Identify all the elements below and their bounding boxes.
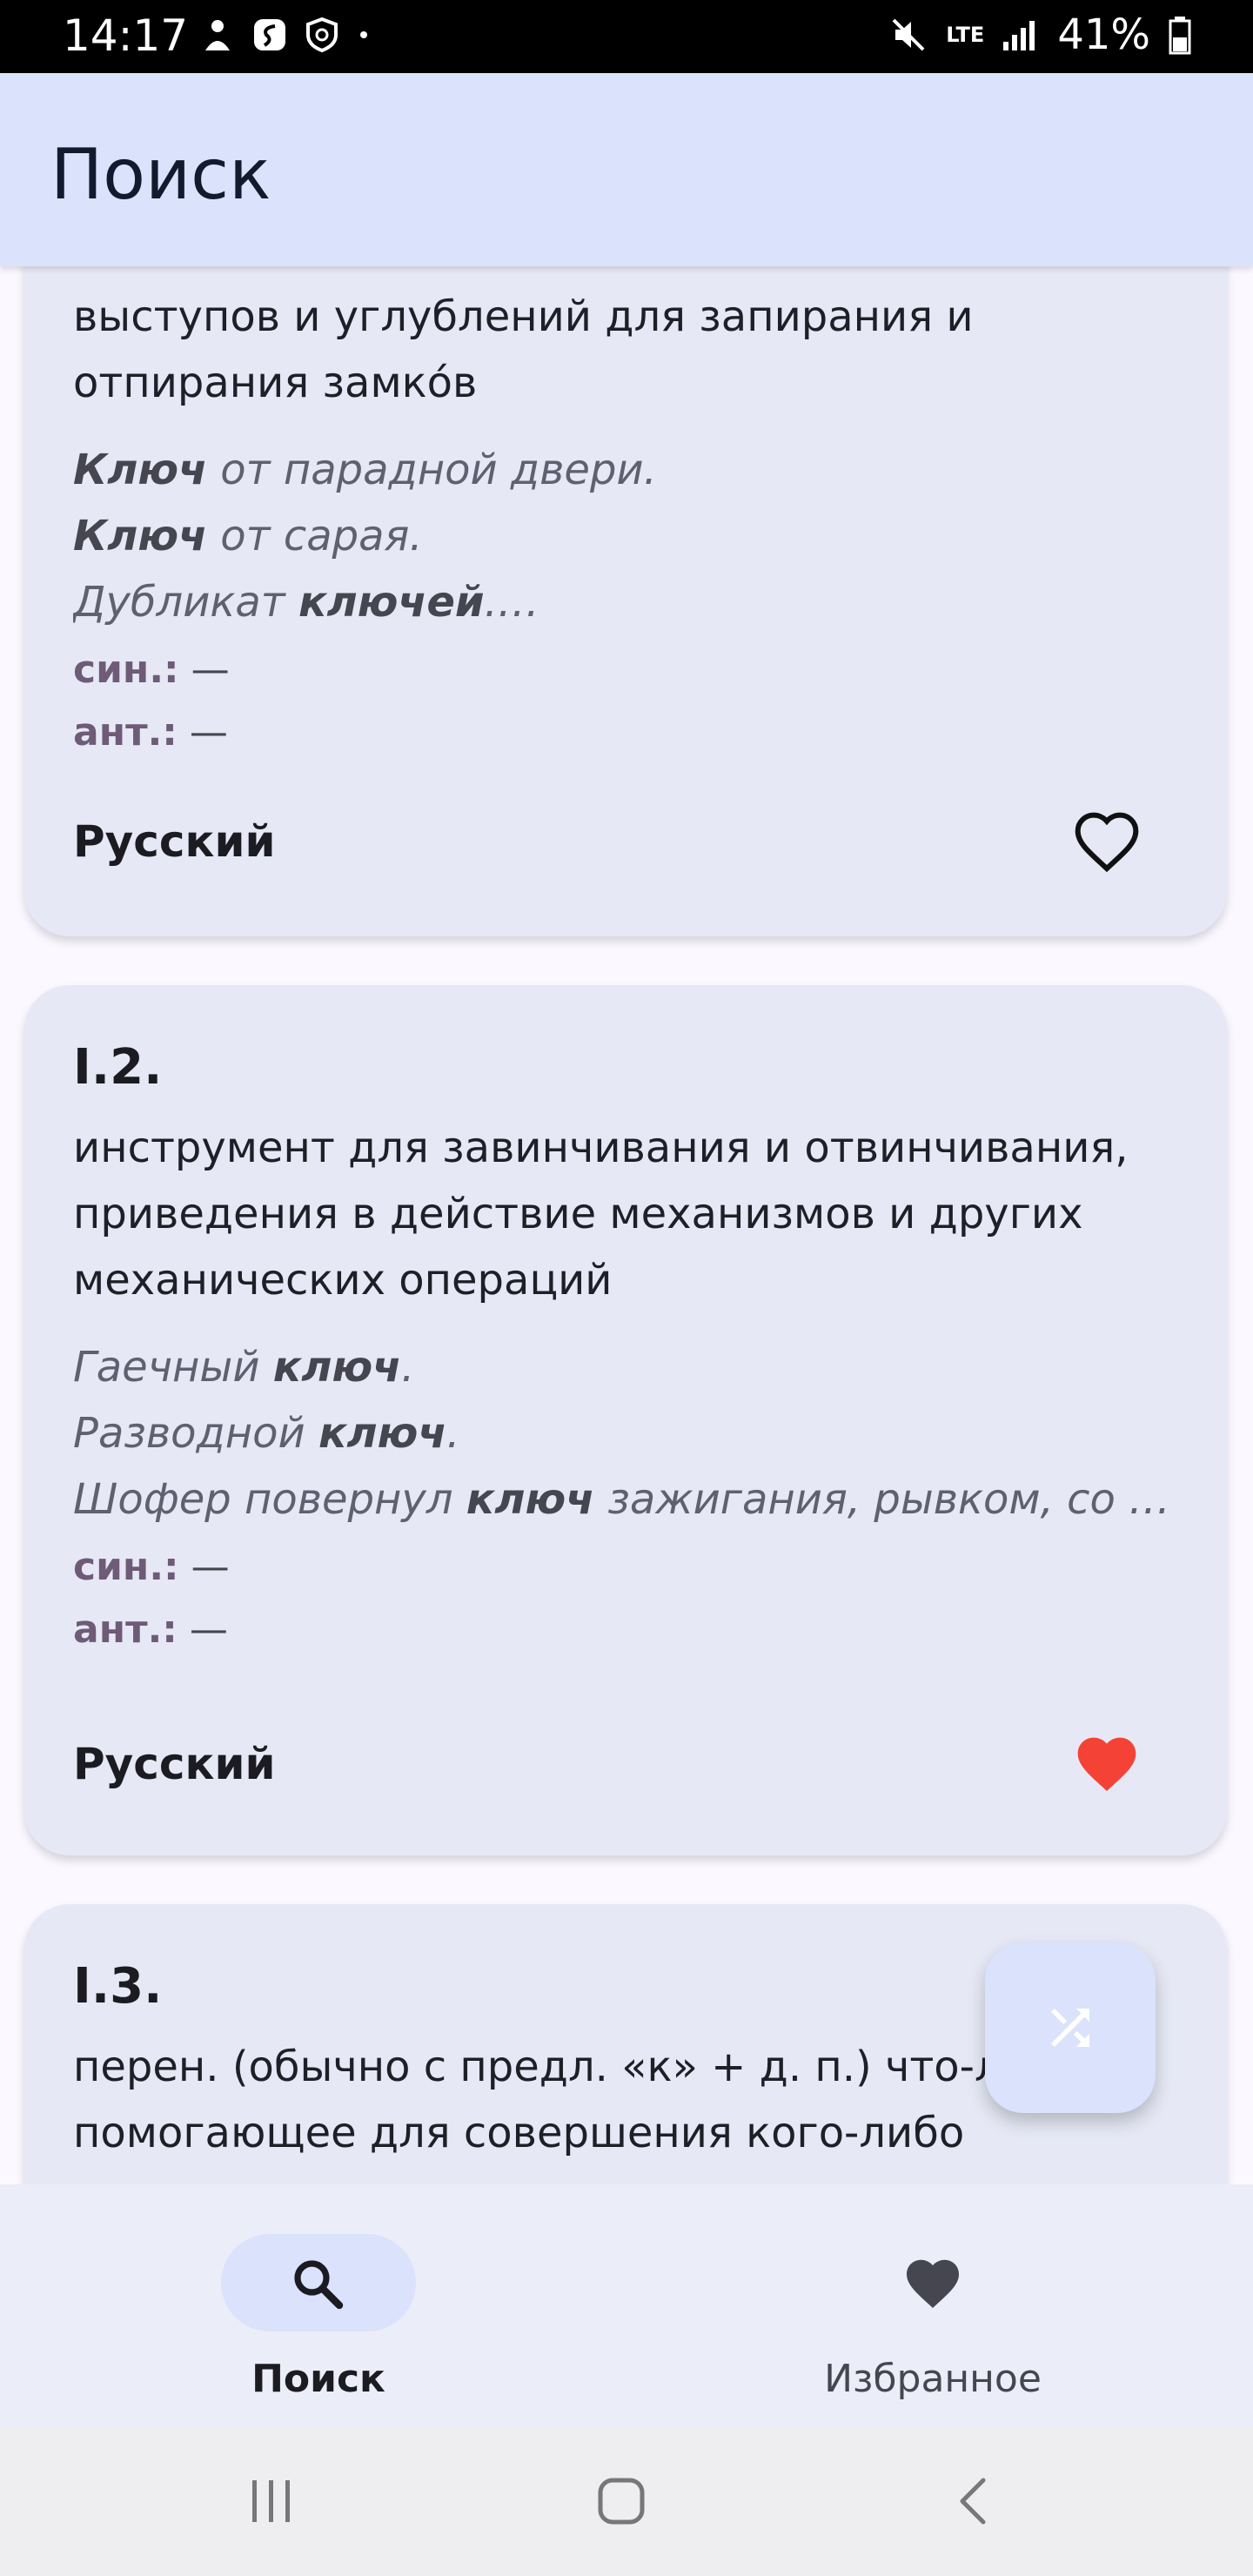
definition-text: выступов и углублений для запирания и от… — [73, 292, 974, 407]
favorite-heart-icon[interactable] — [1072, 808, 1142, 877]
examples-block: Ключ от парадной двери. Ключ от сарая. Д… — [73, 437, 1178, 635]
page-title: Поиск — [50, 134, 271, 215]
example-line: Гаечный ключ. — [73, 1343, 415, 1392]
status-bar: 14:17 LTE 41% — [0, 0, 1253, 73]
example-line: Ключ от сарая. — [73, 512, 423, 560]
definition-text: инструмент для завинчивания и отвинчиван… — [73, 1124, 1129, 1305]
example-line: Шофер повернул ключ зажигания, рывком, с… — [73, 1475, 1178, 1524]
recent-apps-icon[interactable] — [245, 2475, 298, 2527]
synonyms-row: син.: — — [73, 647, 230, 692]
battery-icon — [1169, 17, 1191, 55]
battery-level: 41% — [1057, 10, 1150, 59]
example-line: Разводной ключ. — [73, 1409, 460, 1458]
synonyms-row: син.: — — [73, 1545, 230, 1589]
mute-icon — [892, 18, 925, 51]
definition-card[interactable]: I.2. инструмент для завинчивания и отвин… — [24, 985, 1227, 1855]
examples-block: Гаечный ключ. Разводной ключ. Шофер пове… — [73, 1334, 1178, 1533]
system-navigation-bar — [0, 2428, 1253, 2576]
language-label: Русский — [73, 1739, 276, 1789]
status-time: 14:17 — [63, 10, 189, 61]
status-right-icons: LTE 41% — [888, 10, 1192, 59]
shield-icon — [306, 17, 338, 53]
status-notification-icons — [198, 16, 372, 54]
definition-card[interactable]: выступов и углублений для запирания и от… — [24, 266, 1227, 936]
example-line: Ключ от парадной двери. — [73, 446, 657, 494]
shazam-icon — [254, 19, 285, 50]
nav-item-search[interactable]: Поиск — [144, 2184, 492, 2428]
home-icon[interactable] — [595, 2475, 647, 2527]
language-label: Русский — [73, 816, 276, 867]
notification-app-icon — [205, 20, 230, 50]
search-icon — [294, 2260, 344, 2310]
shuffle-button[interactable] — [985, 1942, 1156, 2113]
back-icon[interactable] — [948, 2475, 1001, 2527]
nav-label: Поиск — [251, 2357, 385, 2401]
example-line: Дубликат ключей.… — [73, 578, 539, 627]
dot-icon — [360, 31, 367, 38]
nav-label: Избранное — [824, 2357, 1042, 2401]
bottom-navigation: Поиск Избранное — [0, 2184, 1253, 2428]
results-list[interactable]: выступов и углублений для запирания и от… — [0, 266, 1253, 2184]
sense-number: I.2. — [73, 1039, 163, 1096]
antonyms-row: ант.: — — [73, 1607, 228, 1652]
heart-icon — [907, 2259, 959, 2308]
network-type: LTE — [946, 23, 985, 47]
antonyms-row: ант.: — — [73, 710, 228, 755]
top-app-bar: Поиск — [0, 73, 1253, 266]
signal-icon — [1003, 21, 1035, 50]
favorite-heart-icon[interactable] — [1072, 1730, 1142, 1800]
shuffle-icon — [1051, 2009, 1089, 2047]
nav-item-favorites[interactable]: Избранное — [759, 2184, 1107, 2428]
